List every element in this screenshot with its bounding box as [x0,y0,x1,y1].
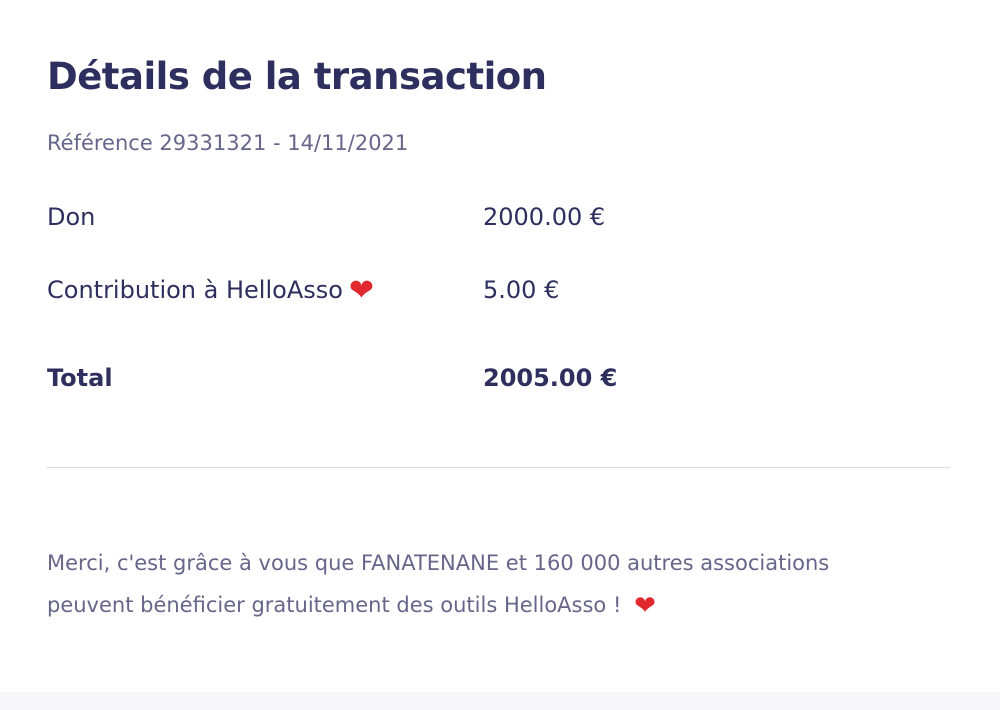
line-item-amount: 5.00 € [483,276,560,304]
line-item-label: Contribution à HelloAsso [47,276,343,304]
thank-you-line-2-wrap: peuvent bénéficier gratuitement des outi… [47,584,947,626]
line-item-label-with-icon: Contribution à HelloAsso ❤ [47,276,374,306]
line-item-amount: 2000.00 € [483,203,606,231]
total-label: Total [47,364,113,392]
total-amount: 2005.00 € [483,364,618,392]
transaction-reference: Référence 29331321 - 14/11/2021 [47,131,409,155]
footer-band [0,692,1000,710]
line-item-label: Don [47,203,96,231]
heart-icon: ❤ [634,591,656,621]
heart-icon: ❤ [348,273,375,308]
transaction-details-card: Détails de la transaction Référence 2933… [0,0,1000,692]
thank-you-line-2: peuvent bénéficier gratuitement des outi… [47,593,622,617]
thank-you-message: Merci, c'est grâce à vous que FANATENANE… [47,542,947,626]
divider [46,467,950,468]
page-title: Détails de la transaction [47,55,547,98]
thank-you-line-1: Merci, c'est grâce à vous que FANATENANE… [47,551,830,575]
